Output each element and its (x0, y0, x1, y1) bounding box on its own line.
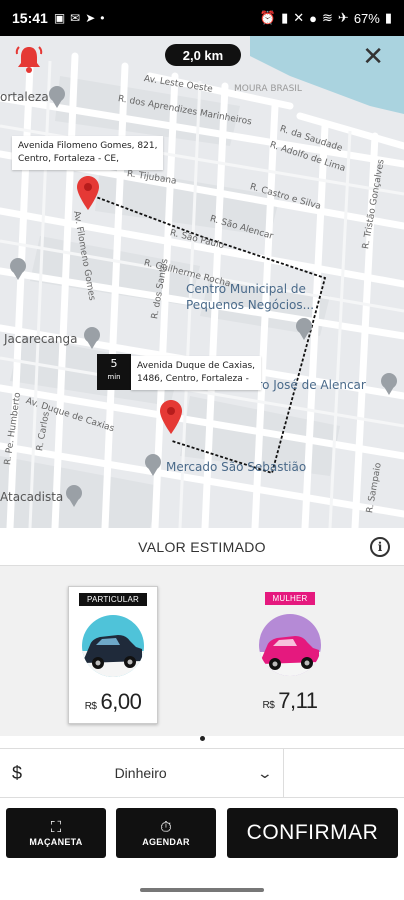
origin-address-line: Centro, Fortaleza - CE, (18, 154, 119, 164)
payment-selector[interactable]: $ Dinheiro ⌄ (0, 748, 404, 798)
poi-label: Pequenos Negócios... (186, 298, 315, 312)
wifi-icon: ≋ (322, 10, 333, 25)
origin-address-line: Avenida Filomeno Gomes, 821, (18, 141, 158, 151)
origin-pin-icon (77, 176, 99, 210)
airplane-icon: ✈ (337, 10, 349, 25)
macaneta-button[interactable]: ⛶ MAÇANETA (6, 808, 106, 858)
estimate-header: VALOR ESTIMADO i (0, 528, 404, 566)
status-bar: 15:41 ▣ ✉ ➤ • ⏰ ▮ ✕ ● ≋ ✈ 67% ▮ (0, 0, 404, 36)
ride-option-particular[interactable]: PARTICULAR R$ 6,00 (68, 586, 158, 724)
eta-unit: min (107, 373, 121, 381)
poi-label: Centro Municipal de (186, 282, 306, 296)
map-place-label: ortaleza (0, 90, 49, 104)
poi-label: Jacarecanga (4, 332, 78, 346)
price-value: 7,11 (278, 688, 318, 713)
info-icon[interactable]: i (370, 537, 390, 557)
ride-price: R$ 6,00 (69, 689, 157, 715)
battery-icon: ▮ (384, 10, 392, 25)
gallery-icon: ▣ (53, 11, 66, 25)
gesture-bar (0, 872, 404, 900)
schedule-label: AGENDAR (142, 836, 190, 847)
car-pink-icon (259, 614, 321, 676)
payment-method-dropdown[interactable]: $ Dinheiro ⌄ (0, 749, 284, 797)
car-dark-icon (82, 615, 144, 677)
macaneta-label: MAÇANETA (29, 836, 83, 847)
mute-icon: ✕ (293, 10, 305, 25)
destination-pin-icon (160, 400, 182, 434)
signal-icon: ▮ (281, 10, 289, 25)
scan-frame-icon: ⛶ (50, 818, 62, 836)
ride-options: PARTICULAR R$ 6,00 MULHER R$ 7,11 (0, 566, 404, 736)
eta-badge: 5 min (97, 354, 131, 390)
destination-address-line: 1486, Centro, Fortaleza - (137, 374, 249, 384)
alarm-icon: ⏰ (259, 10, 277, 25)
page-indicator-dot (200, 736, 205, 741)
location-icon: ● (309, 10, 317, 26)
destination-address-tooltip: Avenida Duque de Caxias, 1486, Centro, F… (131, 356, 262, 390)
stopwatch-icon: ⏱ (160, 818, 172, 836)
ride-price: R$ 7,11 (245, 688, 335, 714)
close-icon[interactable]: ✕ (362, 44, 384, 70)
currency-icon: $ (12, 762, 23, 783)
price-value: 6,00 (100, 689, 142, 714)
home-indicator[interactable] (140, 888, 264, 892)
origin-address-tooltip: Avenida Filomeno Gomes, 821, Centro, For… (12, 136, 164, 170)
chevron-down-icon: ⌄ (256, 764, 274, 781)
confirm-button[interactable]: CONFIRMAR (227, 808, 398, 858)
eta-value: 5 (110, 357, 118, 370)
ride-option-mulher[interactable]: MULHER R$ 7,11 (245, 586, 335, 724)
telegram-icon: ➤ (85, 11, 96, 25)
poi-label: Mercado São Sebastião (166, 460, 307, 474)
map-view[interactable]: Av. Leste Oeste R. dos Aprendizes Marinh… (0, 36, 404, 528)
payment-method-label: Dinheiro (114, 765, 167, 781)
dot-icon: • (100, 11, 105, 25)
ride-category-tag: MULHER (264, 592, 316, 605)
schedule-button[interactable]: ⏱ AGENDAR (116, 808, 216, 858)
battery-percent: 67% (353, 10, 380, 26)
price-currency: R$ (84, 701, 97, 712)
estimate-title: VALOR ESTIMADO (138, 538, 266, 555)
status-time: 15:41 (12, 10, 48, 26)
notification-icons: ▣ ✉ ➤ • (54, 11, 105, 25)
poi-label: Atacadista (0, 490, 64, 504)
distance-badge: 2,0 km (165, 44, 241, 66)
price-currency: R$ (262, 700, 275, 711)
action-bar: ⛶ MAÇANETA ⏱ AGENDAR CONFIRMAR (0, 798, 404, 872)
street-label: MOURA BRASIL (234, 84, 302, 94)
destination-address-line: Avenida Duque de Caxias, (137, 361, 256, 371)
ride-category-tag: PARTICULAR (79, 593, 147, 606)
mail-icon: ✉ (70, 11, 81, 25)
alert-bell-icon[interactable] (14, 44, 44, 74)
